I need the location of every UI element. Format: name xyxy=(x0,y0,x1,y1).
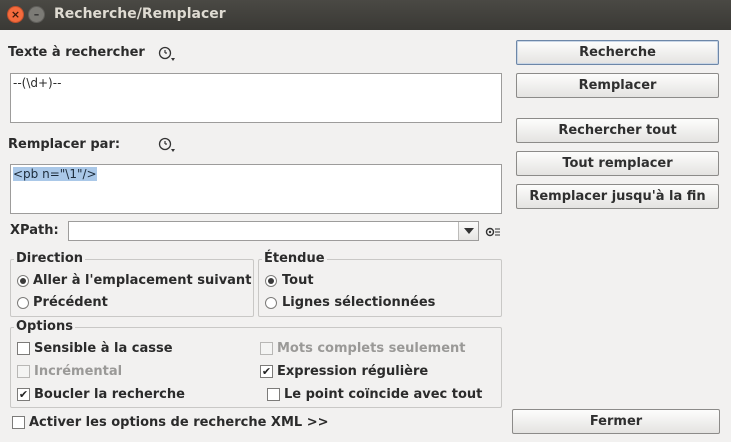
replace-label: Remplacer par: xyxy=(8,137,121,152)
xpath-label: XPath: xyxy=(10,223,59,238)
check-mark-icon: ✔ xyxy=(18,388,29,401)
replace-button[interactable]: Remplacer xyxy=(516,73,719,98)
direction-next-label[interactable]: Aller à l'emplacement suivant xyxy=(33,273,251,288)
window-close-button[interactable]: × xyxy=(7,6,24,23)
window-title: Recherche/Remplacer xyxy=(54,6,226,22)
search-label: Texte à rechercher xyxy=(8,45,145,60)
whole-words-label: Mots complets seulement xyxy=(277,341,466,356)
xpath-dropdown-button[interactable] xyxy=(458,222,478,240)
direction-previous-label[interactable]: Précédent xyxy=(33,295,108,310)
xpath-combo[interactable] xyxy=(68,221,479,241)
dot-all-label[interactable]: Le point coïncide avec tout xyxy=(284,387,482,402)
replace-input[interactable]: <pb n="\1"/> xyxy=(10,164,502,214)
find-all-button[interactable]: Rechercher tout xyxy=(516,118,719,143)
replace-to-end-button[interactable]: Remplacer jusqu'à la fin xyxy=(516,184,719,209)
options-title: Options xyxy=(14,319,75,334)
xpath-settings-icon[interactable] xyxy=(485,226,501,238)
window-minimize-button[interactable]: – xyxy=(28,6,45,23)
regex-label[interactable]: Expression régulière xyxy=(277,364,428,379)
replace-all-button[interactable]: Tout remplacer xyxy=(516,151,719,176)
scope-all-label[interactable]: Tout xyxy=(282,273,314,288)
match-case-label[interactable]: Sensible à la casse xyxy=(34,341,173,356)
scope-all-radio[interactable] xyxy=(265,275,277,287)
check-mark-icon: ✔ xyxy=(261,365,272,378)
regex-checkbox[interactable]: ✔ xyxy=(260,365,273,378)
incremental-checkbox xyxy=(17,365,30,378)
xml-options-checkbox[interactable] xyxy=(12,416,25,429)
direction-previous-radio[interactable] xyxy=(17,297,29,309)
direction-title: Direction xyxy=(14,251,86,266)
find-button[interactable]: Recherche xyxy=(516,40,719,65)
xml-options-label[interactable]: Activer les options de recherche XML >> xyxy=(29,415,328,430)
close-button[interactable]: Fermer xyxy=(512,409,720,434)
incremental-label: Incrémental xyxy=(34,364,123,379)
search-input[interactable]: --(\d+)-- xyxy=(10,73,502,123)
direction-next-radio[interactable] xyxy=(17,275,29,287)
search-input-value: --(\d+)-- xyxy=(13,76,62,90)
scope-selected-lines-label[interactable]: Lignes sélectionnées xyxy=(282,295,435,310)
replace-input-value: <pb n="\1"/> xyxy=(13,167,97,181)
dot-all-checkbox[interactable] xyxy=(267,388,280,401)
replace-history-icon[interactable] xyxy=(158,137,176,153)
search-history-icon[interactable] xyxy=(158,46,176,62)
wrap-search-checkbox[interactable]: ✔ xyxy=(17,388,30,401)
whole-words-checkbox xyxy=(260,342,273,355)
title-bar: × – Recherche/Remplacer xyxy=(0,0,731,30)
scope-selected-lines-radio[interactable] xyxy=(265,297,277,309)
chevron-down-icon xyxy=(463,228,474,234)
scope-title: Étendue xyxy=(262,251,327,266)
match-case-checkbox[interactable] xyxy=(17,342,30,355)
wrap-search-label[interactable]: Boucler la recherche xyxy=(34,387,185,402)
